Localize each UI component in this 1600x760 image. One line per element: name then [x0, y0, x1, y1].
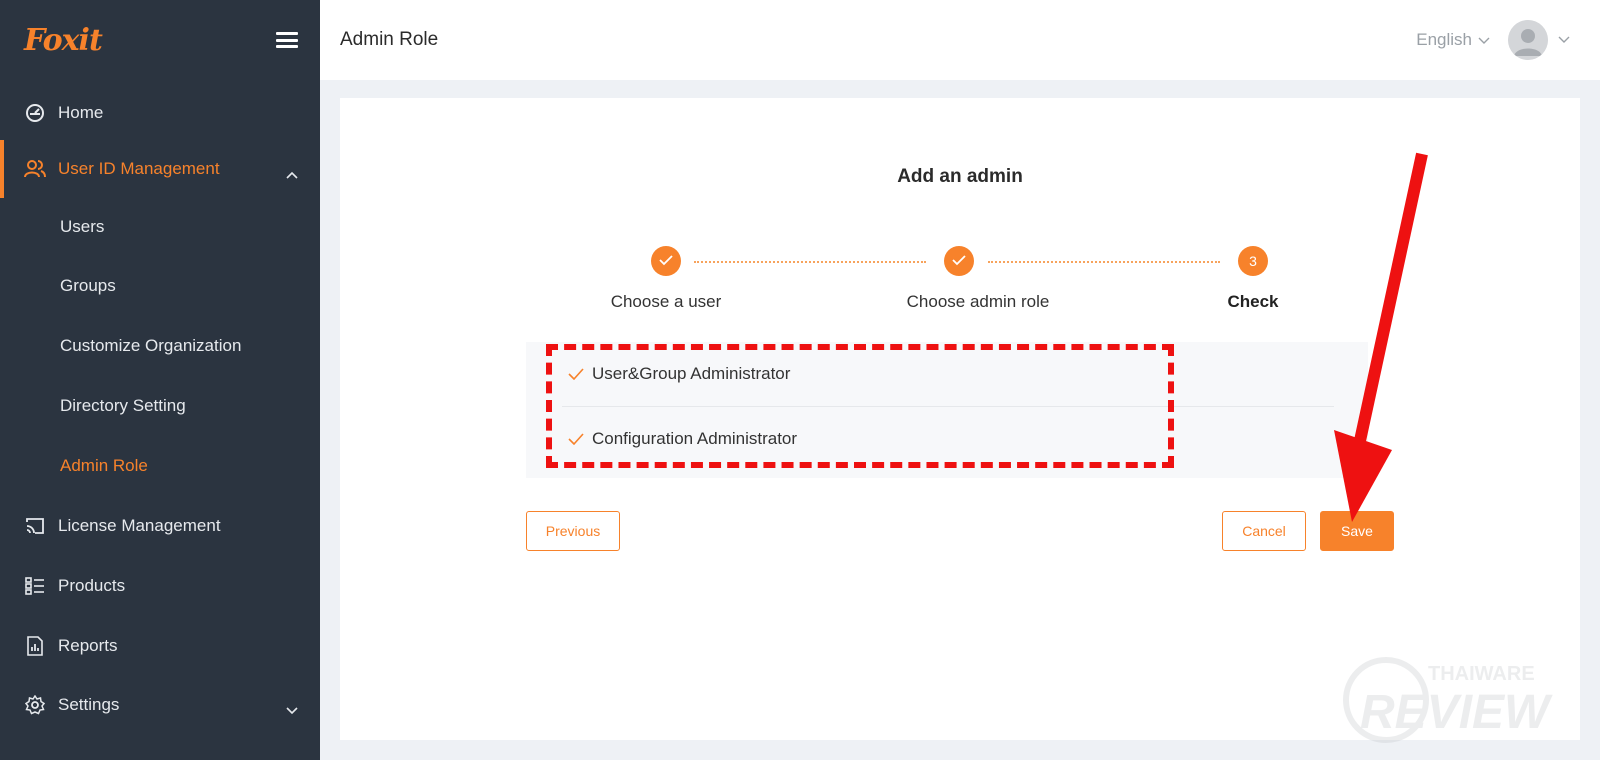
foxit-logo[interactable]: Foxit [24, 23, 103, 58]
form-title: Add an admin [897, 166, 1023, 187]
sidebar-item-label: Home [58, 103, 104, 122]
step-1-label: Choose a user [610, 292, 722, 311]
sidebar-nav: Home User ID Management Users Groups Cus… [0, 86, 320, 734]
sidebar-header: Foxit [0, 0, 320, 80]
avatar [1508, 20, 1548, 60]
save-button[interactable]: Save [1320, 511, 1394, 551]
role-name: Configuration Administrator [592, 429, 798, 448]
chevron-up-icon[interactable] [286, 164, 298, 184]
selected-roles-summary: User&Group Administrator Configuration A… [526, 342, 1368, 478]
step-1-done [651, 246, 681, 276]
gear-icon [24, 694, 46, 716]
step-3-current: 3 [1238, 246, 1268, 276]
step-2-label: Choose admin role [906, 292, 1050, 311]
sidebar-item-label: Reports [58, 636, 118, 655]
language-selector[interactable]: English [1416, 30, 1490, 50]
user-menu[interactable] [1508, 20, 1570, 60]
sidebar: Foxit Home User ID Management Users Grou… [0, 0, 320, 760]
sidebar-subitem-customize-organization[interactable]: Customize Organization [0, 316, 320, 376]
role-name: User&Group Administrator [592, 364, 791, 383]
step-3-label: Check [1227, 292, 1279, 311]
sidebar-item-label: Settings [58, 695, 120, 714]
check-icon [952, 253, 966, 269]
users-icon [24, 158, 46, 180]
check-icon [568, 433, 584, 445]
cancel-button[interactable]: Cancel [1222, 511, 1306, 551]
check-icon [568, 368, 584, 380]
sidebar-item-license-management[interactable]: License Management [0, 496, 320, 556]
chevron-down-icon [1478, 30, 1490, 50]
menu-toggle-icon[interactable] [276, 32, 298, 48]
sidebar-item-label: License Management [58, 516, 221, 535]
list-icon [24, 575, 46, 597]
chevron-down-icon [1558, 31, 1570, 49]
sidebar-subitem-admin-role[interactable]: Admin Role [0, 436, 320, 496]
sidebar-item-reports[interactable]: Reports [0, 616, 320, 676]
content-panel: Add an admin 3 Choose a user Choose admi… [340, 98, 1580, 740]
sidebar-subitem-directory-setting[interactable]: Directory Setting [0, 376, 320, 436]
sidebar-item-home[interactable]: Home [0, 86, 320, 140]
sidebar-subitem-groups[interactable]: Groups [0, 256, 320, 316]
sidebar-item-label: Products [58, 576, 126, 595]
page-title: Admin Role [340, 29, 439, 50]
top-header: Admin Role English [320, 0, 1600, 80]
list-item: User&Group Administrator [526, 342, 1368, 406]
header-right: English [1416, 20, 1580, 60]
sidebar-item-products[interactable]: Products [0, 556, 320, 616]
cast-icon [24, 515, 46, 537]
step-connector [988, 261, 1220, 263]
chevron-down-icon[interactable] [286, 700, 298, 720]
sidebar-item-user-id-management[interactable]: User ID Management [0, 140, 320, 198]
sidebar-item-settings[interactable]: Settings [0, 676, 320, 734]
language-label: English [1416, 30, 1472, 49]
dashboard-icon [24, 102, 46, 124]
step-connector [694, 261, 926, 263]
sidebar-subitem-users[interactable]: Users [0, 198, 320, 256]
check-icon [659, 253, 673, 269]
report-icon [24, 635, 46, 657]
list-item: Configuration Administrator [526, 407, 1368, 471]
sidebar-item-label: User ID Management [58, 159, 220, 178]
previous-button[interactable]: Previous [526, 511, 620, 551]
step-2-done [944, 246, 974, 276]
